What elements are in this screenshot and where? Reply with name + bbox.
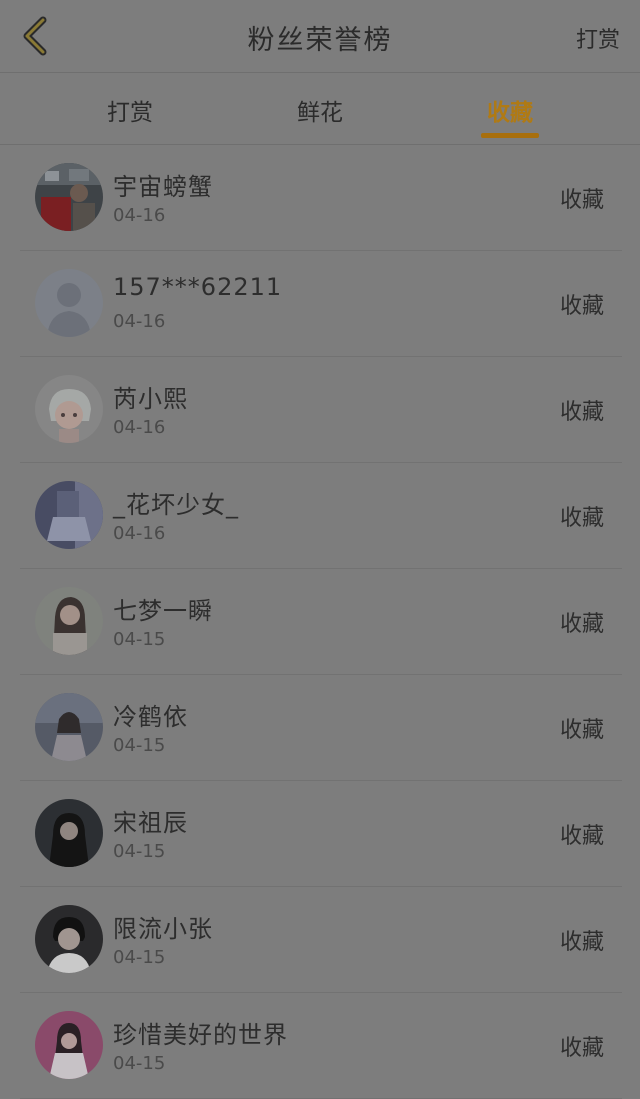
avatar <box>35 163 103 231</box>
page-title: 粉丝荣誉榜 <box>247 25 393 56</box>
list-item[interactable]: 珍惜美好的世界 04-15 收藏 <box>20 993 622 1099</box>
action-label: 收藏 <box>559 400 604 425</box>
reward-button[interactable]: 打赏 <box>576 22 620 54</box>
action-label: 收藏 <box>559 718 604 743</box>
tab-favorites[interactable]: 收藏 <box>460 93 560 127</box>
avatar <box>35 799 103 867</box>
action-label: 收藏 <box>559 612 604 637</box>
date-label: 04-15 <box>113 735 166 756</box>
user-name: 宇宙螃蟹 <box>113 173 213 201</box>
user-name: _花坏少女_ <box>113 491 239 519</box>
action-label: 收藏 <box>559 1036 604 1061</box>
tab-flowers[interactable]: 鲜花 <box>270 93 370 127</box>
user-name: 冷鹤依 <box>113 703 188 731</box>
action-label: 收藏 <box>559 294 604 319</box>
avatar <box>35 481 103 549</box>
date-label: 04-15 <box>113 947 166 968</box>
date-label: 04-16 <box>113 523 166 544</box>
tab-reward[interactable]: 打赏 <box>80 93 180 127</box>
user-name: 七梦一瞬 <box>113 597 213 625</box>
avatar <box>35 693 103 761</box>
action-label: 收藏 <box>559 930 604 955</box>
list-item[interactable]: _花坏少女_ 04-16 收藏 <box>20 463 622 569</box>
avatar <box>35 375 103 443</box>
list-item[interactable]: 芮小熙 04-16 收藏 <box>20 357 622 463</box>
action-label: 收藏 <box>559 824 604 849</box>
list-item[interactable]: 157***62211 04-16 收藏 <box>20 251 622 357</box>
avatar <box>35 587 103 655</box>
date-label: 04-15 <box>113 841 166 862</box>
list-item[interactable]: 宋祖辰 04-15 收藏 <box>20 781 622 887</box>
action-label: 收藏 <box>559 506 604 531</box>
user-name: 宋祖辰 <box>113 809 188 837</box>
top-bar: 粉丝荣誉榜 打赏 <box>0 0 640 73</box>
avatar <box>35 905 103 973</box>
user-name: 157***62211 <box>113 273 283 301</box>
date-label: 04-15 <box>113 1053 166 1074</box>
action-label: 收藏 <box>559 188 604 213</box>
user-name: 限流小张 <box>113 915 213 943</box>
tab-bar: 打赏 鲜花 收藏 <box>0 73 640 145</box>
list-item[interactable]: 限流小张 04-15 收藏 <box>20 887 622 993</box>
list-item[interactable]: 宇宙螃蟹 04-16 收藏 <box>20 145 622 251</box>
avatar <box>35 1011 103 1079</box>
date-label: 04-16 <box>113 311 166 332</box>
user-name: 珍惜美好的世界 <box>113 1021 288 1049</box>
date-label: 04-16 <box>113 205 166 226</box>
list-item[interactable]: 七梦一瞬 04-15 收藏 <box>20 569 622 675</box>
avatar <box>35 269 103 337</box>
date-label: 04-15 <box>113 629 166 650</box>
fan-list: 宇宙螃蟹 04-16 收藏 157***62211 04-16 收藏 芮小熙 0… <box>0 145 640 1099</box>
active-tab-indicator <box>481 133 539 138</box>
list-item[interactable]: 冷鹤依 04-15 收藏 <box>20 675 622 781</box>
date-label: 04-16 <box>113 417 166 438</box>
user-name: 芮小熙 <box>113 385 188 413</box>
